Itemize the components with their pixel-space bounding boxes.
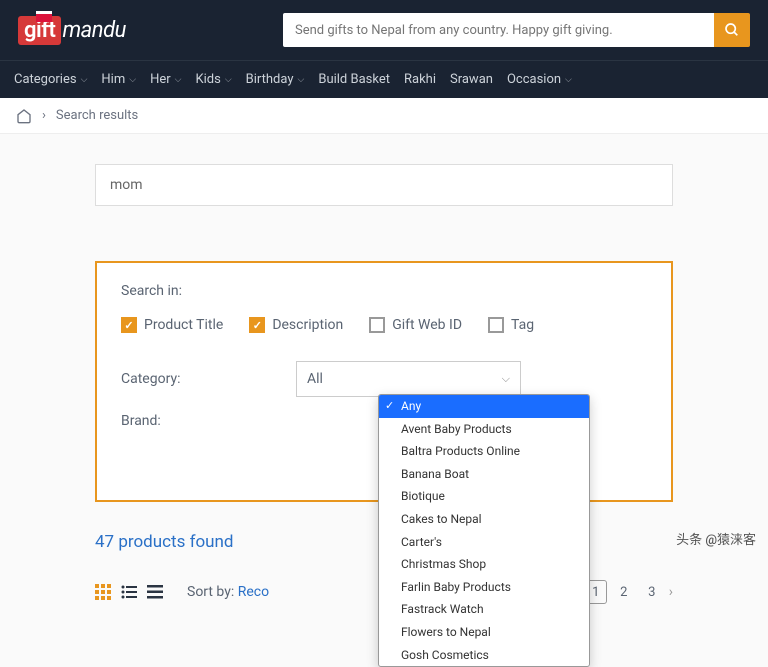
- page-next[interactable]: ›: [669, 584, 673, 600]
- home-icon[interactable]: [16, 108, 32, 124]
- brand-label: Brand:: [121, 413, 296, 429]
- nav-item-rakhi[interactable]: Rakhi: [404, 72, 436, 87]
- chevron-down-icon: ⌵: [129, 75, 136, 85]
- checkbox-icon: [488, 317, 504, 333]
- search-input[interactable]: [283, 13, 714, 47]
- chevron-down-icon: ⌵: [298, 75, 305, 85]
- brand-option[interactable]: Farlin Baby Products: [379, 576, 589, 599]
- page-3[interactable]: 3: [641, 580, 663, 604]
- category-select[interactable]: All ⌵: [296, 361, 521, 397]
- chevron-down-icon: ⌵: [502, 372, 510, 386]
- brand-option[interactable]: Banana Boat: [379, 463, 589, 486]
- checkbox-icon: [249, 317, 265, 333]
- list-view-icon[interactable]: [121, 584, 137, 600]
- search-icon: [724, 22, 740, 38]
- search-button[interactable]: [714, 13, 750, 47]
- search-in-label: Search in:: [121, 283, 647, 299]
- chevron-down-icon: ⌵: [225, 75, 232, 85]
- nav-item-birthday[interactable]: Birthday ⌵: [246, 72, 305, 87]
- sort-control[interactable]: Sort by: Reco: [187, 584, 269, 600]
- flag-icon: [36, 11, 52, 22]
- brand-option[interactable]: Carter's: [379, 531, 589, 554]
- page-2[interactable]: 2: [613, 580, 635, 604]
- nav-item-kids[interactable]: Kids ⌵: [195, 72, 231, 87]
- checkbox-gift-web-id[interactable]: Gift Web ID: [369, 317, 462, 333]
- nav-item-srawan[interactable]: Srawan: [450, 72, 493, 87]
- checkbox-icon: [369, 317, 385, 333]
- brand-option[interactable]: Christmas Shop: [379, 553, 589, 576]
- grid-view-icon[interactable]: [95, 584, 111, 600]
- nav-item-occasion[interactable]: Occasion ⌵: [507, 72, 572, 87]
- category-value: All: [307, 371, 323, 387]
- brand-option[interactable]: Cakes to Nepal: [379, 508, 589, 531]
- chevron-down-icon: ⌵: [175, 75, 182, 85]
- brand-option[interactable]: Fastrack Watch: [379, 598, 589, 621]
- brand-option[interactable]: Biotique: [379, 485, 589, 508]
- nav-item-build-basket[interactable]: Build Basket: [318, 72, 390, 87]
- checkbox-description[interactable]: Description: [249, 317, 343, 333]
- watermark: 头条 @猿涞客: [676, 529, 756, 548]
- chevron-down-icon: ⌵: [565, 75, 572, 85]
- checkbox-icon: [121, 317, 137, 333]
- checkbox-tag[interactable]: Tag: [488, 317, 534, 333]
- nav-item-her[interactable]: Her ⌵: [150, 72, 181, 87]
- brand-option[interactable]: Flowers to Nepal: [379, 621, 589, 644]
- nav-item-him[interactable]: Him ⌵: [101, 72, 136, 87]
- breadcrumb-current: Search results: [56, 108, 138, 123]
- search-query-input[interactable]: mom: [95, 164, 673, 206]
- nav-item-categories[interactable]: Categories ⌵: [14, 72, 87, 87]
- checkbox-product-title[interactable]: Product Title: [121, 317, 223, 333]
- brand-option[interactable]: Gosh Cosmetics: [379, 644, 589, 667]
- chevron-down-icon: ⌵: [81, 75, 88, 85]
- brand-option[interactable]: Baltra Products Online: [379, 440, 589, 463]
- brand-option[interactable]: Avent Baby Products: [379, 418, 589, 441]
- logo-mandu-text: mandu: [62, 18, 125, 43]
- site-logo[interactable]: giftmandu: [18, 11, 143, 49]
- brand-dropdown[interactable]: AnyAvent Baby ProductsBaltra Products On…: [378, 394, 590, 667]
- compact-view-icon[interactable]: [147, 584, 163, 600]
- breadcrumb-chevron: ›: [42, 108, 46, 123]
- brand-option[interactable]: Any: [379, 395, 589, 418]
- category-label: Category:: [121, 371, 296, 387]
